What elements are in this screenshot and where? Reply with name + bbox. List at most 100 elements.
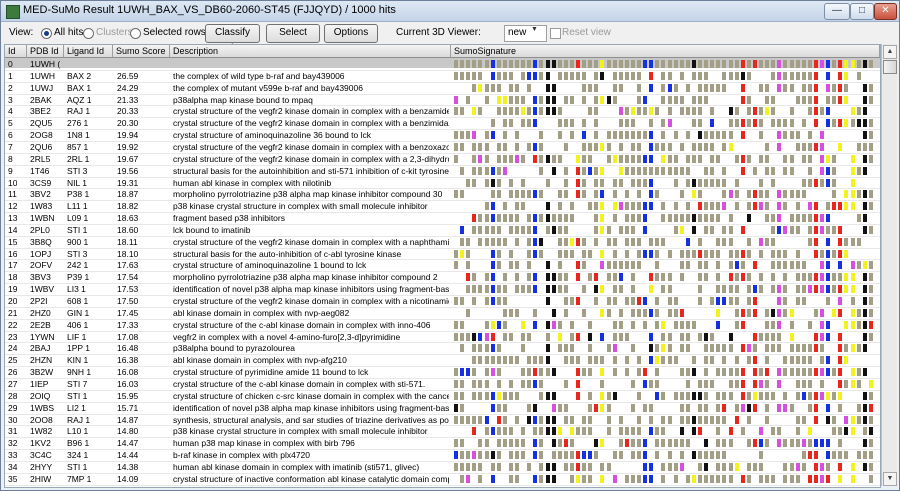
cell-ligand-id[interactable]: L10 1 xyxy=(67,427,88,436)
cell-sumo-score[interactable]: 20.30 xyxy=(117,119,138,128)
cell-ligand-id[interactable]: 324 1 xyxy=(67,451,88,460)
cell-ligand-id[interactable]: STI 1 xyxy=(67,463,87,472)
cell-id[interactable]: 12 xyxy=(8,202,17,211)
cell-description[interactable]: crystal structure of the vegfr2 kinase d… xyxy=(173,155,449,164)
cell-sumo-score[interactable]: 14.47 xyxy=(117,439,138,448)
radio-clusters[interactable] xyxy=(83,28,94,39)
cell-pdb-id[interactable]: 1W83 xyxy=(30,202,52,211)
cell-ligand-id[interactable]: 1PP 1 xyxy=(67,344,90,353)
cell-id[interactable]: 17 xyxy=(8,261,17,270)
cell-sumo-score[interactable]: 16.08 xyxy=(117,368,138,377)
cell-description[interactable]: fragment based p38 inhibitors xyxy=(173,214,449,223)
cell-ligand-id[interactable]: LIF 1 xyxy=(67,333,86,342)
cell-id[interactable]: 10 xyxy=(8,179,17,188)
cell-sumo-score[interactable]: 18.60 xyxy=(117,226,138,235)
cell-id[interactable]: 35 xyxy=(8,475,17,484)
cell-ligand-id[interactable]: BAX 1 xyxy=(67,84,91,93)
cell-pdb-id[interactable]: 1OPJ xyxy=(30,250,51,259)
cell-description[interactable]: crystal structure of the c-abl kinase do… xyxy=(173,380,449,389)
cell-description[interactable]: human abl kinase in complex with nilotin… xyxy=(173,179,449,188)
cell-sumo-score[interactable]: 14.44 xyxy=(117,451,138,460)
cell-description[interactable]: crystal structure of the vegfr2 kinase d… xyxy=(173,143,449,152)
chevron-down-icon[interactable]: ▼ xyxy=(531,26,538,33)
cell-description[interactable]: human abl kinase domain in complex with … xyxy=(173,463,449,472)
cell-description[interactable]: synthesis, structural analysis, and sar … xyxy=(173,416,449,425)
cell-pdb-id[interactable]: 3C4C xyxy=(30,451,52,460)
cell-description[interactable]: human p38 map kinase in complex with bir… xyxy=(173,439,449,448)
cell-sumo-score[interactable]: 17.08 xyxy=(117,333,138,342)
cell-description[interactable]: vegfr2 in complex with a novel 4-amino-f… xyxy=(173,333,449,342)
cell-description[interactable]: p38 kinase crystal structure in complex … xyxy=(173,427,449,436)
cell-id[interactable]: 14 xyxy=(8,226,17,235)
cell-description[interactable]: morpholino pyrrolotriazine p38 alpha map… xyxy=(173,273,449,282)
cell-id[interactable]: 3 xyxy=(8,96,13,105)
cell-id[interactable]: 32 xyxy=(8,439,17,448)
cell-ligand-id[interactable]: STI 1 xyxy=(67,226,87,235)
cell-pdb-id[interactable]: 1UWH ( xyxy=(30,60,60,69)
cell-ligand-id[interactable]: 1N8 1 xyxy=(67,131,90,140)
cell-id[interactable]: 28 xyxy=(8,392,17,401)
cell-sumo-score[interactable]: 18.63 xyxy=(117,214,138,223)
cell-ligand-id[interactable]: STI 1 xyxy=(67,392,87,401)
scroll-thumb[interactable] xyxy=(883,60,897,74)
reset-view-checkbox[interactable] xyxy=(550,28,561,39)
cell-pdb-id[interactable]: 2HIW xyxy=(30,475,51,484)
cell-pdb-id[interactable]: 2PL0 xyxy=(30,226,50,235)
cell-pdb-id[interactable]: 1UWJ xyxy=(30,84,53,93)
maximize-button[interactable]: □ xyxy=(850,3,874,20)
cell-sumo-score[interactable]: 17.53 xyxy=(117,285,138,294)
cell-sumo-score[interactable]: 17.50 xyxy=(117,297,138,306)
cell-description[interactable]: structural basis for the auto-inhibition… xyxy=(173,250,449,259)
cell-pdb-id[interactable]: 2OIQ xyxy=(30,392,50,401)
cell-pdb-id[interactable]: 2HZN xyxy=(30,356,52,365)
cell-pdb-id[interactable]: 2P2I xyxy=(30,297,48,306)
cell-description[interactable]: p38alpha bound to pyrazolourea xyxy=(173,344,449,353)
cell-pdb-id[interactable]: 2HYY xyxy=(30,463,52,472)
close-button[interactable]: ✕ xyxy=(874,3,897,20)
scroll-down-icon[interactable]: ▼ xyxy=(883,472,897,486)
column-header-ligand-id[interactable]: Ligand Id xyxy=(64,45,113,58)
cell-pdb-id[interactable]: 1IEP xyxy=(30,380,48,389)
cell-sumo-score[interactable]: 19.67 xyxy=(117,155,138,164)
cell-ligand-id[interactable]: P38 1 xyxy=(67,190,89,199)
cell-pdb-id[interactable]: 2BAK xyxy=(30,96,52,105)
cell-pdb-id[interactable]: 3BV3 xyxy=(30,273,51,282)
minimize-button[interactable]: — xyxy=(824,3,850,20)
cell-pdb-id[interactable]: 2HZ0 xyxy=(30,309,51,318)
cell-pdb-id[interactable]: 1WBN xyxy=(30,214,55,223)
cell-pdb-id[interactable]: 3BE2 xyxy=(30,107,51,116)
cell-description[interactable]: crystal structure of pyrimidine amide 11… xyxy=(173,368,449,377)
cell-id[interactable]: 0 xyxy=(8,60,13,69)
cell-description[interactable]: crystal structure of aminoquinazoline 36… xyxy=(173,131,449,140)
cell-id[interactable]: 29 xyxy=(8,404,17,413)
column-header-id[interactable]: Id xyxy=(5,45,27,58)
cell-ligand-id[interactable]: 857 1 xyxy=(67,143,88,152)
cell-id[interactable]: 26 xyxy=(8,368,17,377)
cell-pdb-id[interactable]: 1W82 xyxy=(30,427,52,436)
cell-id[interactable]: 34 xyxy=(8,463,17,472)
cell-sumo-score[interactable]: 14.38 xyxy=(117,463,138,472)
cell-sumo-score[interactable]: 21.33 xyxy=(117,96,138,105)
cell-sumo-score[interactable]: 18.82 xyxy=(117,202,138,211)
cell-id[interactable]: 22 xyxy=(8,321,17,330)
select-rows-button[interactable]: Select Rows xyxy=(266,24,320,54)
cell-sumo-score[interactable]: 16.03 xyxy=(117,380,138,389)
cell-sumo-score[interactable]: 18.10 xyxy=(117,250,138,259)
cell-pdb-id[interactable]: 2E2B xyxy=(30,321,51,330)
cell-pdb-id[interactable]: 3BV2 xyxy=(30,190,51,199)
cell-id[interactable]: 23 xyxy=(8,333,17,342)
cell-pdb-id[interactable]: 1WBS xyxy=(30,404,54,413)
cell-ligand-id[interactable]: 276 1 xyxy=(67,119,88,128)
cell-description[interactable]: crystal structure of chicken c-src kinas… xyxy=(173,392,449,401)
cell-sumo-score[interactable]: 20.33 xyxy=(117,107,138,116)
cell-id[interactable]: 1 xyxy=(8,72,13,81)
cell-id[interactable]: 15 xyxy=(8,238,17,247)
cell-ligand-id[interactable]: 406 1 xyxy=(67,321,88,330)
cell-id[interactable]: 24 xyxy=(8,344,17,353)
cell-sumo-score[interactable]: 19.92 xyxy=(117,143,138,152)
cell-description[interactable]: identification of novel p38 alpha map ki… xyxy=(173,285,449,294)
cell-id[interactable]: 19 xyxy=(8,285,17,294)
cell-pdb-id[interactable]: 2BAJ xyxy=(30,344,50,353)
cell-ligand-id[interactable]: LI3 1 xyxy=(67,285,86,294)
cell-id[interactable]: 2 xyxy=(8,84,13,93)
